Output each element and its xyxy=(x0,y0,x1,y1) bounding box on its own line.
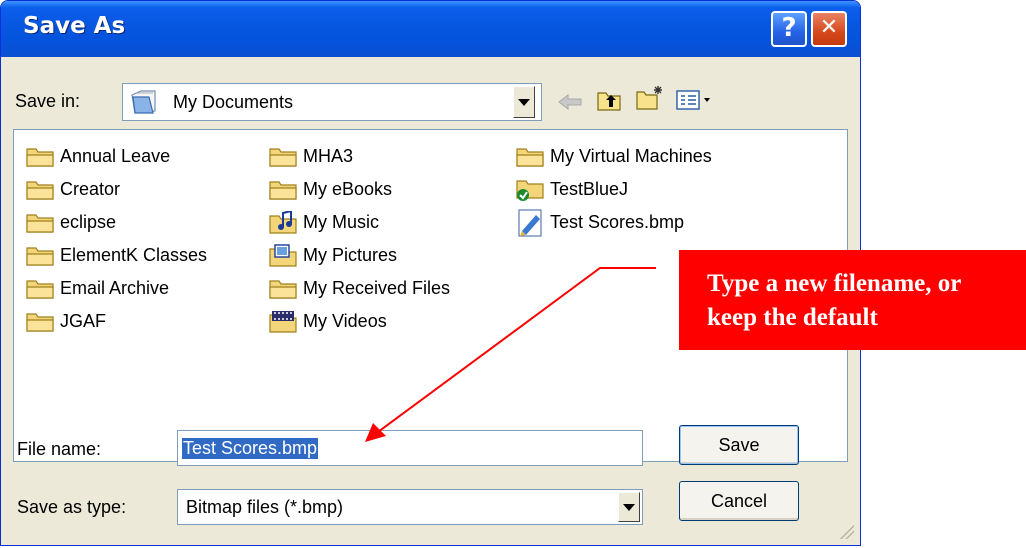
file-name-label: Annual Leave xyxy=(60,146,171,166)
file-name-label: My Videos xyxy=(303,311,387,331)
file-list-item[interactable]: My Received Files xyxy=(269,272,450,305)
folder-icon xyxy=(26,178,58,202)
folder-icon xyxy=(516,145,548,169)
annotation-callout: Type a new filename, or keep the default xyxy=(679,250,1026,350)
folder-icon xyxy=(269,178,301,202)
file-list-item[interactable]: MHA3 xyxy=(269,140,450,173)
filename-input[interactable]: Test Scores.bmp xyxy=(177,430,643,466)
annotation-line-1: Type a new filename, or xyxy=(707,270,962,297)
file-name-label: TestBlueJ xyxy=(550,179,629,199)
file-name-label: Test Scores.bmp xyxy=(550,212,685,232)
filename-value: Test Scores.bmp xyxy=(182,438,319,459)
file-name-label: My Pictures xyxy=(303,245,398,265)
file-list-item[interactable]: JGAF xyxy=(26,305,207,338)
save-as-type-value: Bitmap files (*.bmp) xyxy=(186,497,344,517)
file-name-label: Creator xyxy=(60,179,121,199)
folder-icon xyxy=(26,211,58,235)
my-documents-icon xyxy=(129,89,159,120)
back-arrow-icon[interactable] xyxy=(555,87,585,117)
file-name-label: Email Archive xyxy=(60,278,170,298)
views-menu-icon[interactable] xyxy=(673,85,717,115)
folder-icon xyxy=(269,277,301,301)
resize-grip[interactable] xyxy=(838,523,854,539)
save-button[interactable]: Save xyxy=(679,425,799,465)
bluej-folder-icon xyxy=(516,178,548,202)
file-list-item[interactable]: My Pictures xyxy=(269,239,450,272)
save-as-type-dropdown-arrow[interactable] xyxy=(618,492,640,522)
file-list-column: Annual Leave Creator eclipse ElementK Class… xyxy=(26,140,207,338)
file-list-column: MHA3 My eBooks My Music My Pictures My Recei… xyxy=(269,140,450,338)
annotation-line-2: keep the default xyxy=(707,304,878,331)
bitmap-file-icon xyxy=(516,208,548,237)
file-name-label: My eBooks xyxy=(303,179,393,199)
file-list-item[interactable]: TestBlueJ xyxy=(516,173,712,206)
folder-icon xyxy=(269,145,301,169)
file-name-label: My Virtual Machines xyxy=(550,146,712,166)
music-folder-icon xyxy=(269,210,301,235)
save-in-dropdown-arrow[interactable] xyxy=(513,86,535,118)
filename-label: File name: xyxy=(17,439,102,459)
file-list-item[interactable]: Test Scores.bmp xyxy=(516,206,712,239)
file-name-label: My Received Files xyxy=(303,278,451,298)
dialog-title: Save As xyxy=(23,13,126,39)
close-button[interactable]: ✕ xyxy=(811,11,847,47)
file-list-column: My Virtual Machines TestBlueJ Test Scores.… xyxy=(516,140,712,239)
file-list-item[interactable]: Annual Leave xyxy=(26,140,207,173)
save-as-type-label: Save as type: xyxy=(17,497,127,517)
file-list-item[interactable]: Email Archive xyxy=(26,272,207,305)
folder-icon xyxy=(26,244,58,268)
file-list-item[interactable]: eclipse xyxy=(26,206,207,239)
videos-folder-icon xyxy=(269,310,301,334)
file-name-label: JGAF xyxy=(60,311,107,331)
save-in-value: My Documents xyxy=(173,92,294,112)
cancel-button[interactable]: Cancel xyxy=(679,481,799,521)
save-as-type-dropdown[interactable]: Bitmap files (*.bmp) xyxy=(177,489,643,525)
help-button[interactable]: ? xyxy=(771,11,807,47)
file-name-label: MHA3 xyxy=(303,146,354,166)
title-bar[interactable]: Save As ? ✕ xyxy=(1,1,860,57)
file-list-item[interactable]: ElementK Classes xyxy=(26,239,207,272)
file-list-item[interactable]: My eBooks xyxy=(269,173,450,206)
file-list-item[interactable]: My Music xyxy=(269,206,450,239)
save-in-label: Save in: xyxy=(15,91,81,111)
folder-icon xyxy=(26,145,58,169)
file-list-item[interactable]: Creator xyxy=(26,173,207,206)
new-folder-icon[interactable] xyxy=(635,83,665,113)
file-name-label: My Music xyxy=(303,212,379,232)
folder-icon xyxy=(26,310,58,334)
file-name-label: ElementK Classes xyxy=(60,245,208,265)
file-list-item[interactable]: My Virtual Machines xyxy=(516,140,712,173)
pictures-folder-icon xyxy=(269,243,301,268)
file-name-label: eclipse xyxy=(60,212,117,232)
save-in-dropdown[interactable]: My Documents xyxy=(122,83,542,121)
folder-icon xyxy=(26,277,58,301)
up-one-level-icon[interactable] xyxy=(595,85,625,115)
file-list-item[interactable]: My Videos xyxy=(269,305,450,338)
